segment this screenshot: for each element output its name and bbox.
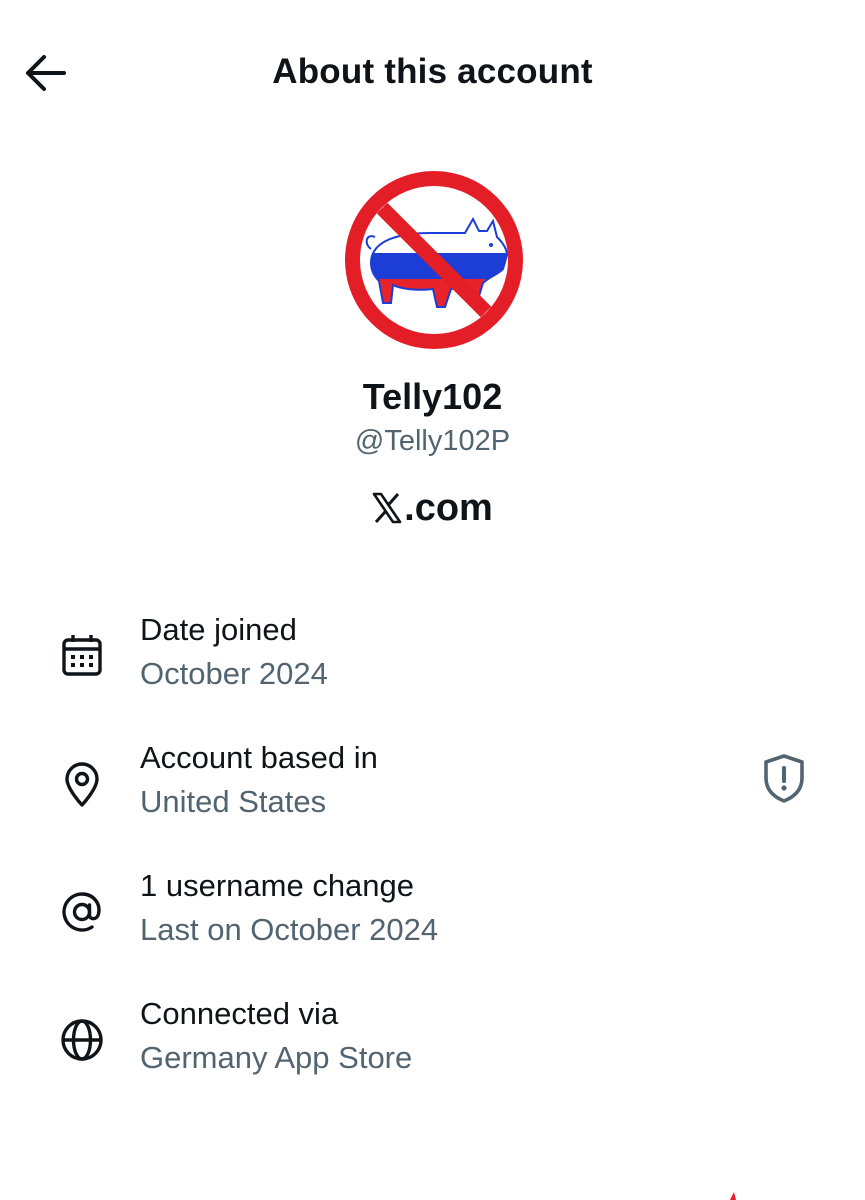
account-based-in-value: United States: [140, 784, 327, 819]
x-logo-icon: [372, 491, 402, 534]
calendar-icon: [62, 635, 102, 676]
at-sign-icon: [62, 892, 101, 932]
date-joined-value: October 2024: [140, 656, 328, 691]
connected-via-label: Connected via: [140, 996, 339, 1031]
site-domain: .com: [404, 487, 493, 529]
account-based-in-row: Account based in United States: [0, 740, 865, 836]
edge-red-mark: [730, 1192, 736, 1200]
date-joined-label: Date joined: [140, 612, 297, 647]
display-name: Telly102: [362, 376, 503, 417]
username-change-value: Last on October 2024: [140, 912, 439, 947]
username-change-label: 1 username change: [140, 868, 415, 903]
site-link[interactable]: .com: [0, 487, 865, 534]
shield-info-button[interactable]: [758, 750, 810, 806]
page-title: About this account: [272, 52, 593, 91]
location-pin-icon: [65, 762, 99, 807]
connected-via-row: Connected via Germany App Store: [0, 996, 865, 1092]
username-handle: @Telly102P: [354, 425, 511, 457]
date-joined-row: Date joined October 2024: [0, 612, 865, 708]
avatar[interactable]: [345, 171, 523, 349]
top-bar: About this account: [0, 0, 865, 150]
globe-icon: [61, 1019, 103, 1061]
no-pig-sign-image: [345, 171, 523, 349]
account-based-in-label: Account based in: [140, 740, 378, 775]
connected-via-value: Germany App Store: [140, 1040, 413, 1075]
shield-exclamation-icon: [764, 754, 804, 803]
username-change-row: 1 username change Last on October 2024: [0, 868, 865, 964]
